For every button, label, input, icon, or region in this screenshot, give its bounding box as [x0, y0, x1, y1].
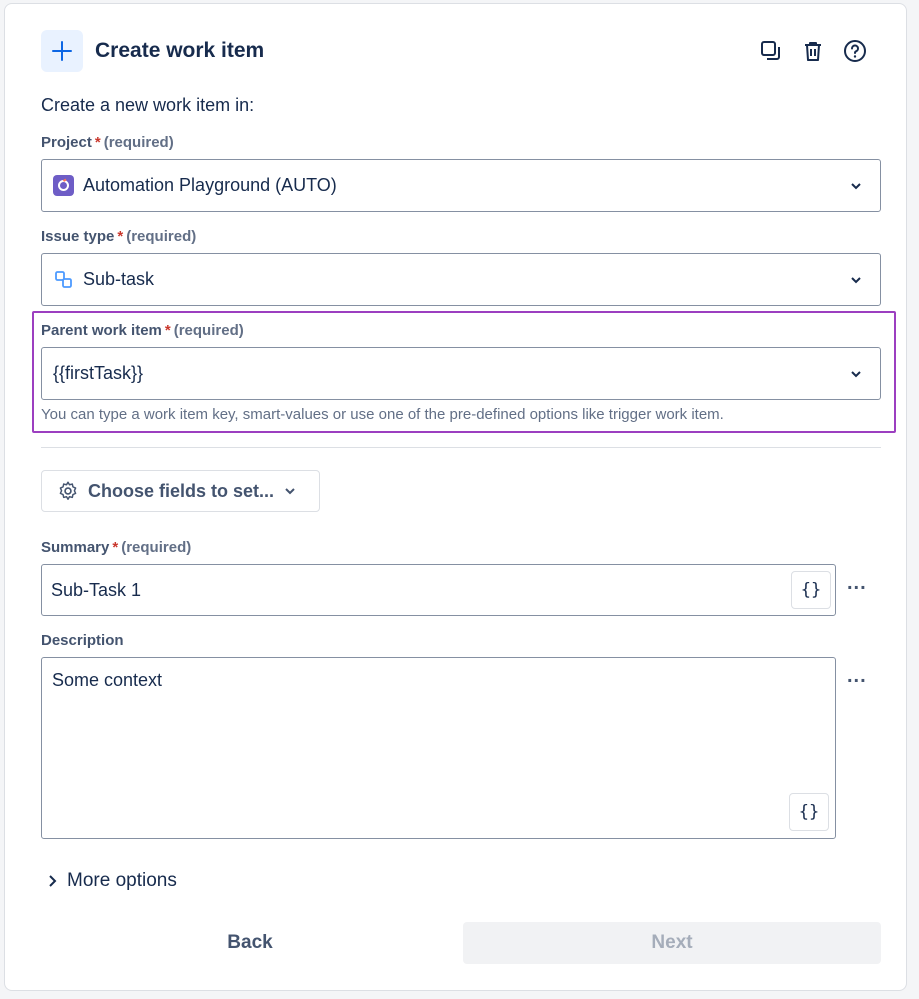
project-select[interactable]: Automation Playground (AUTO): [41, 159, 881, 212]
project-avatar-icon: [53, 175, 74, 196]
duplicate-button[interactable]: [756, 36, 786, 66]
issue-type-select[interactable]: Sub-task: [41, 253, 881, 306]
delete-button[interactable]: [798, 36, 828, 66]
page-title: Create work item: [95, 39, 265, 62]
parent-helper-text: You can type a work item key, smart-valu…: [41, 406, 724, 423]
help-button[interactable]: [840, 36, 870, 66]
issue-type-value: Sub-task: [83, 269, 155, 289]
next-button[interactable]: Next: [463, 922, 881, 964]
project-label: Project * (required): [41, 134, 174, 151]
choose-fields-label: Choose fields to set...: [88, 480, 275, 501]
summary-value: Sub-Task 1: [51, 580, 142, 600]
issue-type-label: Issue type * (required): [41, 228, 197, 245]
chevron-down-icon: [851, 370, 861, 377]
create-work-item-panel: Create work item Create a new work item …: [4, 3, 907, 991]
back-button[interactable]: Back: [41, 922, 459, 964]
project-value: Automation Playground (AUTO): [83, 175, 337, 195]
description-value: Some context: [52, 670, 163, 690]
parent-label: Parent work item * (required): [41, 322, 244, 339]
summary-input[interactable]: Sub-Task 1 {}: [41, 564, 836, 616]
summary-more-button[interactable]: ...: [847, 572, 867, 595]
divider: [41, 447, 881, 448]
trash-icon: [805, 42, 821, 61]
more-options-toggle[interactable]: More options: [45, 870, 177, 892]
chevron-right-icon: [49, 875, 57, 887]
parent-value: {{firstTask}}: [53, 363, 144, 383]
parent-select[interactable]: {{firstTask}}: [41, 347, 881, 400]
choose-fields-button[interactable]: Choose fields to set...: [41, 470, 320, 512]
gear-icon: [59, 481, 77, 500]
help-icon: [844, 40, 866, 62]
summary-label: Summary * (required): [41, 539, 192, 556]
more-options-label: More options: [67, 870, 177, 891]
chevron-down-icon: [285, 488, 295, 495]
duplicate-icon: [761, 41, 780, 60]
description-more-button[interactable]: ...: [847, 665, 867, 688]
plus-icon: [41, 30, 83, 72]
intro-text: Create a new work item in:: [41, 95, 255, 115]
description-smart-value-button[interactable]: {}: [789, 793, 829, 831]
description-label: Description: [41, 632, 124, 649]
chevron-down-icon: [851, 276, 861, 283]
chevron-down-icon: [851, 182, 861, 189]
description-textarea[interactable]: Some context {}: [41, 657, 836, 839]
subtask-icon: [55, 270, 72, 288]
summary-smart-value-button[interactable]: {}: [791, 571, 831, 609]
